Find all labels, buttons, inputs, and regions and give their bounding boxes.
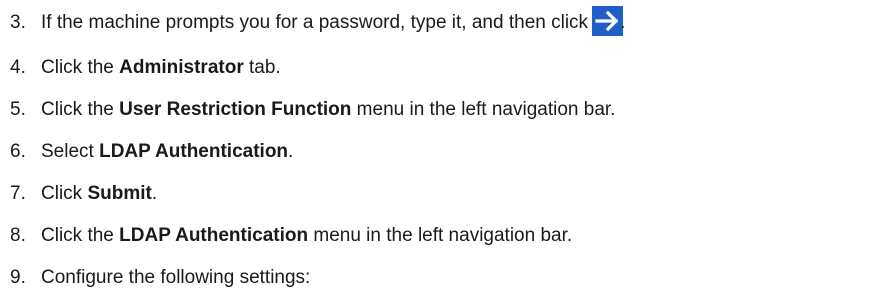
step-9: 9. Configure the following settings:	[10, 265, 310, 291]
step-6: 6. Select LDAP Authentication.	[10, 139, 293, 165]
step-number: 7.	[10, 183, 26, 204]
ui-label-administrator-tab: Administrator	[119, 57, 244, 78]
step-number: 3.	[10, 12, 26, 34]
instruction-steps: 3. If the machine prompts you for a passw…	[0, 0, 873, 307]
ui-label-submit: Submit	[87, 183, 152, 204]
step-8: 8. Click the LDAP Authentication menu in …	[10, 223, 572, 249]
step-text: Configure the following settings:	[41, 267, 311, 288]
ui-label-ldap-authentication: LDAP Authentication	[99, 141, 289, 162]
step-text-end: .	[620, 12, 626, 34]
step-number: 5.	[10, 99, 26, 120]
step-7: 7. Click Submit.	[10, 181, 157, 207]
right-arrow-icon	[592, 6, 624, 36]
step-number: 8.	[10, 225, 26, 246]
step-number: 6.	[10, 141, 26, 162]
step-text: If the machine prompts you for a passwor…	[41, 12, 589, 34]
step-3: 3. If the machine prompts you for a passw…	[10, 6, 628, 36]
step-5: 5. Click the User Restriction Function me…	[10, 97, 615, 123]
step-number: 4.	[10, 57, 26, 78]
ui-label-ldap-authentication-menu: LDAP Authentication	[119, 225, 309, 246]
step-number: 9.	[10, 267, 26, 288]
step-4: 4. Click the Administrator tab.	[10, 55, 281, 81]
ui-label-user-restriction-function: User Restriction Function	[119, 99, 352, 120]
